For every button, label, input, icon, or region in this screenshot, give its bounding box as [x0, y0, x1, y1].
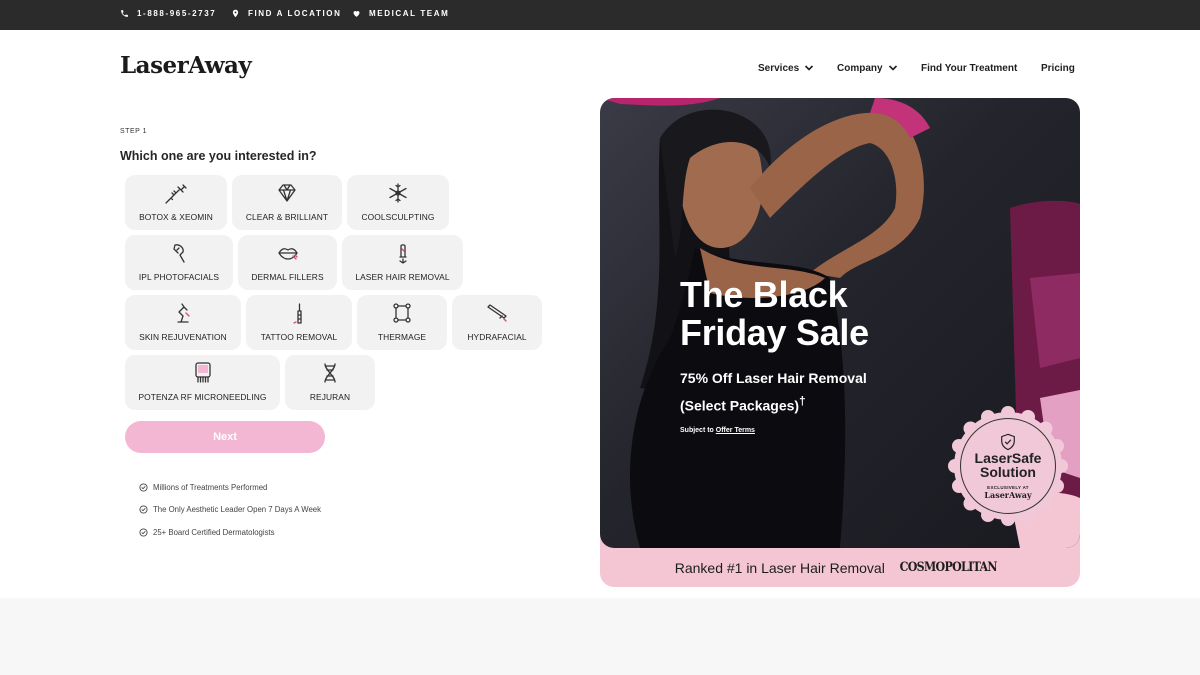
promo-photo: The Black Friday Sale 75% Off Laser Hair…: [600, 98, 1080, 548]
badge-title-line-1: LaserSafe: [974, 449, 1042, 466]
option-label: CLEAR & BRILLIANT: [245, 212, 329, 222]
microneedle-icon: [190, 361, 216, 385]
ranked-text: Ranked #1 in Laser Hair Removal: [674, 559, 885, 576]
chevron-down-icon: [888, 65, 897, 71]
nav-services-label: Services: [758, 62, 800, 74]
laser-arm-icon: [170, 301, 196, 325]
phone-icon: [121, 10, 128, 17]
diamond-icon: [274, 181, 300, 205]
handpiece-icon: [166, 241, 192, 265]
badge-title-line-2: Solution: [980, 463, 1036, 480]
ranked-strip: Ranked #1 in Laser Hair Removal COSMOPOL…: [600, 548, 1080, 587]
dna-icon: [317, 361, 343, 385]
step-label: STEP 1: [120, 128, 147, 135]
find-location-link[interactable]: FIND A LOCATION: [231, 9, 341, 18]
dagger-mark: †: [799, 395, 806, 408]
syringe-icon: [163, 181, 189, 205]
option-label: THERMAGE: [377, 332, 427, 342]
laseraway-logo[interactable]: LaserAway: [120, 52, 252, 79]
badge-title: LaserSafe Solution: [975, 451, 1042, 479]
feature-item: The Only Aesthetic Leader Open 7 Days A …: [139, 503, 321, 515]
option-label: POTENZA RF MICRONEEDLING: [138, 392, 267, 402]
nav-company[interactable]: Company: [837, 61, 898, 75]
option-coolsculpting[interactable]: COOLSCULPTING: [347, 175, 449, 230]
medical-team-label: MEDICAL TEAM: [369, 9, 450, 18]
option-skin-rejuvenation[interactable]: SKIN REJUVENATION: [125, 295, 241, 350]
hero-headline: The Black Friday Sale: [680, 276, 869, 352]
option-laser-hair-removal[interactable]: LASER HAIR REMOVAL: [342, 235, 463, 290]
nodes-icon: [389, 301, 415, 325]
find-location-label: FIND A LOCATION: [248, 9, 342, 18]
option-botox[interactable]: BOTOX & XEOMIN: [125, 175, 227, 230]
hero-offer-line-2: (Select Packages)†: [680, 390, 867, 418]
option-tattoo-removal[interactable]: TATTOO REMOVAL: [246, 295, 352, 350]
cosmopolitan-logo: COSMOPOLITAN: [899, 560, 997, 575]
hero-offer: 75% Off Laser Hair Removal (Select Packa…: [680, 367, 867, 418]
hero-offer-line-1: 75% Off Laser Hair Removal: [680, 370, 867, 386]
nav-company-label: Company: [837, 62, 883, 74]
map-pin-icon: [232, 9, 239, 18]
phone-number: 1-888-965-2737: [137, 9, 217, 18]
main-page: LaserAway Services Company Find Your Tre…: [0, 30, 1200, 598]
nav-find-treatment-label: Find Your Treatment: [921, 62, 1018, 74]
hero-headline-line-2: Friday Sale: [680, 312, 869, 353]
option-label: IPL PHOTOFACIALS: [138, 272, 220, 282]
feature-item: Millions of Treatments Performed: [139, 481, 267, 493]
option-thermage[interactable]: THERMAGE: [357, 295, 447, 350]
option-rejuran[interactable]: REJURAN: [285, 355, 375, 410]
option-label: DERMAL FILLERS: [251, 272, 324, 282]
hero-headline-line-1: The Black: [680, 274, 848, 315]
option-hydrafacial[interactable]: HYDRAFACIAL: [452, 295, 542, 350]
option-label: SKIN REJUVENATION: [139, 332, 227, 342]
option-ipl-photofacials[interactable]: IPL PHOTOFACIALS: [125, 235, 233, 290]
promo-banner[interactable]: The Black Friday Sale 75% Off Laser Hair…: [600, 98, 1080, 587]
wand-icon: [484, 301, 510, 325]
phone-link[interactable]: 1-888-965-2737: [120, 9, 216, 18]
check-circle-icon: [139, 504, 148, 514]
laser-icon: [390, 241, 416, 265]
feature-text: 25+ Board Certified Dermatologists: [153, 527, 275, 537]
check-circle-icon: [139, 482, 148, 492]
badge-logo: LaserAway: [984, 489, 1032, 500]
option-label: COOLSCULPTING: [361, 212, 435, 222]
medical-team-link[interactable]: MEDICAL TEAM: [352, 9, 449, 18]
nav-services[interactable]: Services: [758, 61, 814, 75]
option-label: HYDRAFACIAL: [467, 332, 527, 342]
offer-terms-link[interactable]: Offer Terms: [716, 427, 755, 434]
lips-icon: [275, 241, 301, 265]
snowflake-icon: [385, 181, 411, 205]
terms-prefix: Subject to: [680, 427, 716, 434]
badge-inner: LaserSafe Solution EXCLUSIVELY AT LaserAw…: [960, 418, 1056, 514]
option-label: REJURAN: [309, 392, 351, 402]
next-button[interactable]: Next: [125, 421, 325, 453]
nav-find-treatment[interactable]: Find Your Treatment: [921, 61, 1017, 75]
offer-terms: Subject to Offer Terms: [680, 427, 755, 434]
heart-icon: [353, 11, 360, 17]
option-label: TATTOO REMOVAL: [260, 332, 338, 342]
shield-check-icon: [1001, 433, 1015, 450]
tattoo-pen-icon: [286, 301, 312, 325]
option-dermal-fillers[interactable]: DERMAL FILLERS: [238, 235, 337, 290]
check-circle-icon: [139, 527, 148, 537]
nav-pricing-label: Pricing: [1041, 62, 1075, 74]
lasersafe-badge: LaserSafe Solution EXCLUSIVELY AT LaserAw…: [948, 406, 1068, 526]
question-heading: Which one are you interested in?: [120, 149, 317, 163]
option-potenza[interactable]: POTENZA RF MICRONEEDLING: [125, 355, 280, 410]
nav-pricing[interactable]: Pricing: [1041, 61, 1075, 75]
feature-text: Millions of Treatments Performed: [153, 482, 268, 492]
option-label: BOTOX & XEOMIN: [139, 212, 213, 222]
option-label: LASER HAIR REMOVAL: [355, 272, 450, 282]
option-clear-brilliant[interactable]: CLEAR & BRILLIANT: [232, 175, 342, 230]
top-bar: 1-888-965-2737 FIND A LOCATION MEDICAL T…: [0, 0, 1200, 30]
hero-offer-packages: (Select Packages): [680, 397, 800, 414]
chevron-down-icon: [805, 65, 814, 71]
feature-text: The Only Aesthetic Leader Open 7 Days A …: [153, 504, 322, 514]
feature-item: 25+ Board Certified Dermatologists: [139, 526, 275, 538]
